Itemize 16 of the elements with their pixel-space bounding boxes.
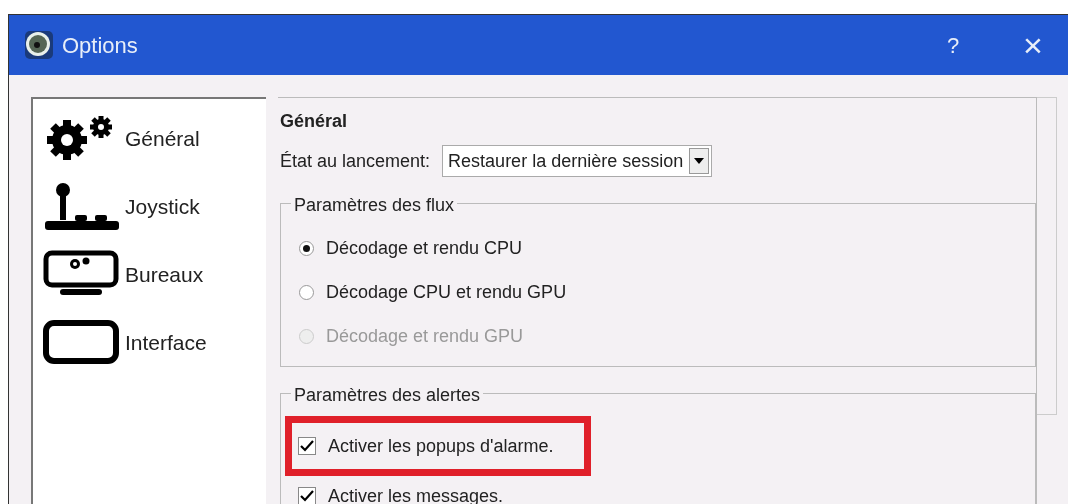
- radio-button[interactable]: [299, 284, 314, 300]
- section-heading: Général: [280, 110, 348, 133]
- field-label: État au lancement:: [280, 149, 431, 173]
- radio-option[interactable]: Décodage et rendu CPU: [299, 234, 523, 262]
- checkbox-option[interactable]: Activer les popups d'alarme.: [298, 432, 554, 460]
- joystick-icon: [43, 182, 119, 232]
- help-button[interactable]: ?: [938, 28, 968, 62]
- app-logo-icon: [24, 30, 54, 60]
- close-button[interactable]: ×: [1018, 28, 1048, 62]
- checkbox[interactable]: [298, 437, 316, 455]
- radio-option[interactable]: Décodage CPU et rendu GPU: [299, 278, 567, 306]
- window-title: Options: [62, 31, 138, 60]
- checkbox[interactable]: [298, 487, 316, 504]
- caret-icon: [694, 158, 705, 164]
- radio-button[interactable]: [299, 240, 314, 256]
- startup-dropdown[interactable]: Restaurer la dernière session: [442, 145, 713, 177]
